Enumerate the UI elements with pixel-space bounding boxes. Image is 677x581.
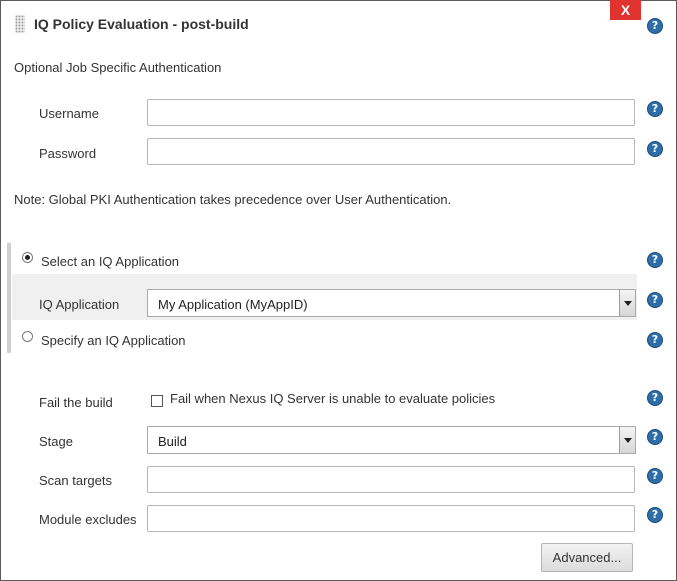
auth-precedence-note: Note: Global PKI Authentication takes pr… <box>14 192 452 207</box>
specify-application-radio[interactable] <box>22 331 33 342</box>
help-icon[interactable] <box>647 332 663 348</box>
help-icon[interactable] <box>647 101 663 117</box>
help-icon[interactable] <box>647 390 663 406</box>
username-field[interactable] <box>147 99 635 126</box>
iq-application-select[interactable]: My Application (MyAppID) <box>147 289 636 317</box>
fail-build-checkbox-label[interactable]: Fail when Nexus IQ Server is unable to e… <box>170 391 495 406</box>
stage-select[interactable]: Build <box>147 426 636 454</box>
stage-label: Stage <box>39 434 73 449</box>
radio-group-indicator <box>7 243 11 353</box>
scan-targets-field[interactable] <box>147 466 635 493</box>
chevron-down-icon <box>619 427 635 453</box>
help-icon[interactable] <box>647 141 663 157</box>
stage-value: Build <box>158 434 187 449</box>
select-application-label[interactable]: Select an IQ Application <box>41 254 179 269</box>
help-icon[interactable] <box>647 468 663 484</box>
specify-application-label[interactable]: Specify an IQ Application <box>41 333 186 348</box>
help-icon[interactable] <box>647 292 663 308</box>
username-label: Username <box>39 106 99 121</box>
fail-build-label: Fail the build <box>39 395 113 410</box>
iq-application-label: IQ Application <box>39 297 120 312</box>
help-icon[interactable] <box>647 18 663 34</box>
close-button[interactable]: X <box>610 0 641 20</box>
help-icon[interactable] <box>647 429 663 445</box>
scan-targets-label: Scan targets <box>39 473 112 488</box>
drag-handle-icon[interactable] <box>15 15 25 33</box>
help-icon[interactable] <box>647 507 663 523</box>
chevron-down-icon <box>619 290 635 316</box>
fail-build-checkbox[interactable] <box>151 395 163 407</box>
iq-application-value: My Application (MyAppID) <box>158 297 308 312</box>
module-excludes-label: Module excludes <box>39 512 137 527</box>
password-field[interactable] <box>147 138 635 165</box>
auth-section-label: Optional Job Specific Authentication <box>14 60 222 75</box>
help-icon[interactable] <box>647 252 663 268</box>
advanced-button[interactable]: Advanced... <box>541 543 633 572</box>
module-excludes-field[interactable] <box>147 505 635 532</box>
select-application-radio[interactable] <box>22 252 33 263</box>
password-label: Password <box>39 146 97 161</box>
panel-title: IQ Policy Evaluation - post-build <box>34 16 249 32</box>
